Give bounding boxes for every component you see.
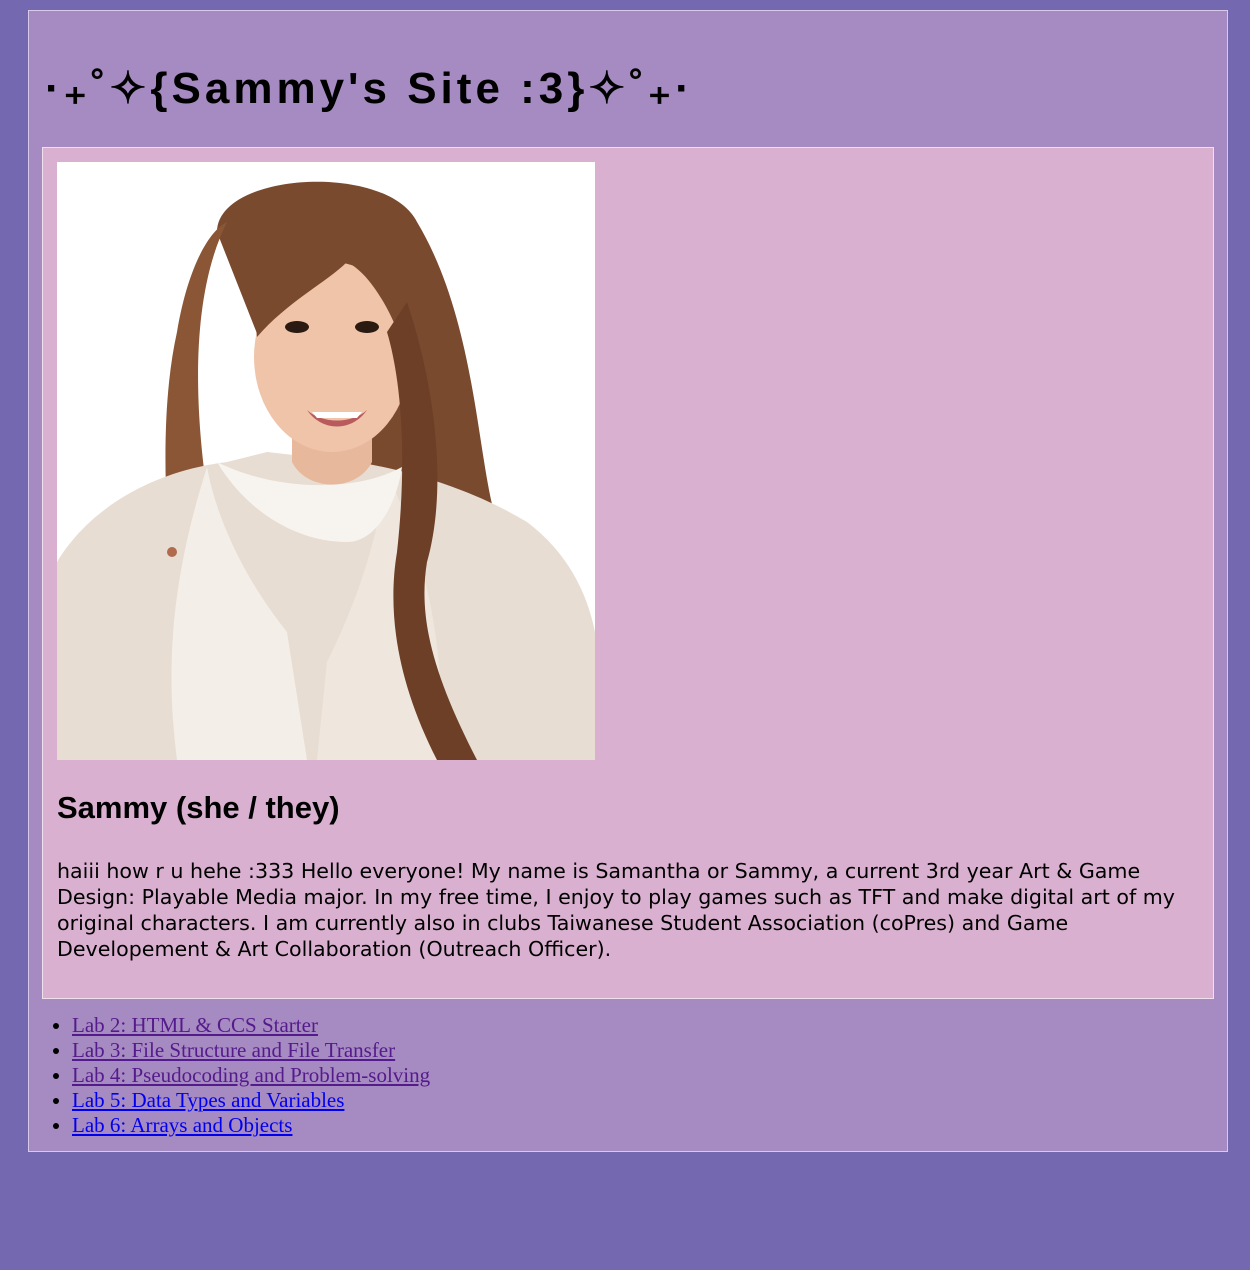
lab-2-link[interactable]: Lab 2: HTML & CCS Starter [72, 1013, 318, 1037]
profile-photo [57, 162, 595, 760]
profile-photo-illustration [57, 162, 595, 760]
lab-links-list: Lab 2: HTML & CCS Starter Lab 3: File St… [29, 1013, 430, 1138]
list-item: Lab 2: HTML & CCS Starter [72, 1013, 430, 1038]
lab-3-link[interactable]: Lab 3: File Structure and File Transfer [72, 1038, 395, 1062]
lab-5-link[interactable]: Lab 5: Data Types and Variables [72, 1088, 344, 1112]
list-item: Lab 4: Pseudocoding and Problem-solving [72, 1063, 430, 1088]
page-background: ·₊˚✧{Sammy's Site :3}✧˚₊· Sammy (she / t… [2, 0, 1248, 1270]
list-item: Lab 3: File Structure and File Transfer [72, 1038, 430, 1063]
site-title: ·₊˚✧{Sammy's Site :3}✧˚₊· [45, 64, 694, 113]
site-container: ·₊˚✧{Sammy's Site :3}✧˚₊· Sammy (she / t… [28, 10, 1228, 1152]
list-item: Lab 5: Data Types and Variables [72, 1088, 430, 1113]
lab-4-link[interactable]: Lab 4: Pseudocoding and Problem-solving [72, 1063, 430, 1087]
profile-bio: haiii how r u hehe :333 Hello everyone! … [57, 859, 1175, 961]
profile-card: Sammy (she / they) haiii how r u hehe :3… [42, 147, 1214, 999]
profile-name: Sammy (she / they) [57, 790, 340, 825]
lab-6-link[interactable]: Lab 6: Arrays and Objects [72, 1113, 292, 1137]
list-item: Lab 6: Arrays and Objects [72, 1113, 430, 1138]
